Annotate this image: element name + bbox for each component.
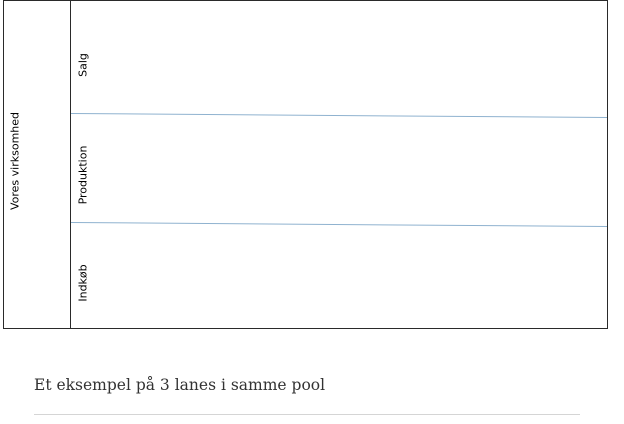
swimlane-diagram: Vores virksomhed Salg Produktion Indkøb (3, 0, 608, 329)
lane-divider-1 (70, 113, 608, 118)
lane-label-indkob: Indkøb (77, 264, 90, 301)
lane-label-salg: Salg (77, 53, 90, 77)
figure-caption: Et eksempel på 3 lanes i samme pool (34, 376, 326, 394)
lane-label-produktion: Produktion (77, 146, 90, 205)
caption-divider (34, 414, 580, 415)
lane-divider-2 (70, 222, 608, 227)
pool-label: Vores virksomhed (9, 112, 22, 210)
pool-frame (3, 0, 608, 329)
